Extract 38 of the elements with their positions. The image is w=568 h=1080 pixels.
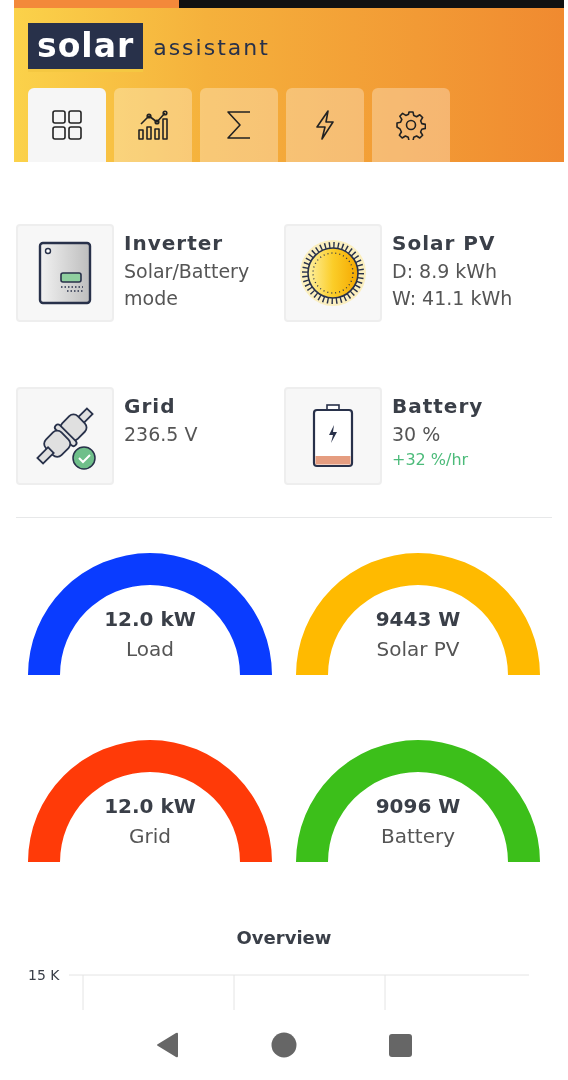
status-value: 30 %: [392, 422, 442, 447]
status-title: Battery: [392, 393, 484, 420]
status-value: 236.5 V: [124, 422, 198, 447]
sigma-icon: [225, 109, 253, 141]
sun-icon: [298, 238, 368, 308]
status-value: W: 41.1 kWh: [392, 285, 513, 311]
tab[interactable]: [200, 88, 278, 162]
tab[interactable]: [286, 88, 364, 162]
gauge-label: Load: [126, 636, 174, 663]
status-title: Solar PV: [392, 230, 497, 257]
gauge-label: Battery: [381, 823, 455, 850]
gauge-value: 12.0 kW: [104, 793, 196, 820]
logo-word: solar: [28, 23, 144, 72]
settings-icon: [396, 110, 426, 140]
status-value: Solar/Battery mode: [124, 259, 251, 311]
recents-button[interactable]: [389, 1033, 413, 1057]
chart-title: Overview: [236, 927, 332, 948]
tab[interactable]: [114, 88, 192, 162]
home-button[interactable]: [271, 1032, 298, 1058]
back-button[interactable]: [155, 1032, 180, 1058]
grid-icon: [51, 109, 83, 141]
lightning-icon: [314, 109, 336, 141]
inverter-icon: [37, 241, 93, 305]
battery-icon: [311, 403, 355, 469]
status-title: Inverter: [124, 230, 225, 257]
rate-text: +32 %/hr: [392, 448, 470, 471]
axis-tick-label: 15 K: [28, 968, 60, 982]
chart-icon: [137, 110, 169, 140]
gauge-label: Solar PV: [376, 636, 460, 663]
status-value: D: 8.9 kWh: [392, 259, 499, 284]
logo-word: assistant: [153, 34, 270, 62]
gauge-label: Grid: [129, 823, 171, 850]
status-title: Grid: [124, 393, 177, 420]
gauge-value: 12.0 kW: [104, 606, 196, 633]
tab[interactable]: [28, 88, 106, 162]
tab[interactable]: [372, 88, 450, 162]
gauge-value: 9443 W: [375, 606, 461, 633]
gauge-value: 9096 W: [375, 793, 461, 820]
